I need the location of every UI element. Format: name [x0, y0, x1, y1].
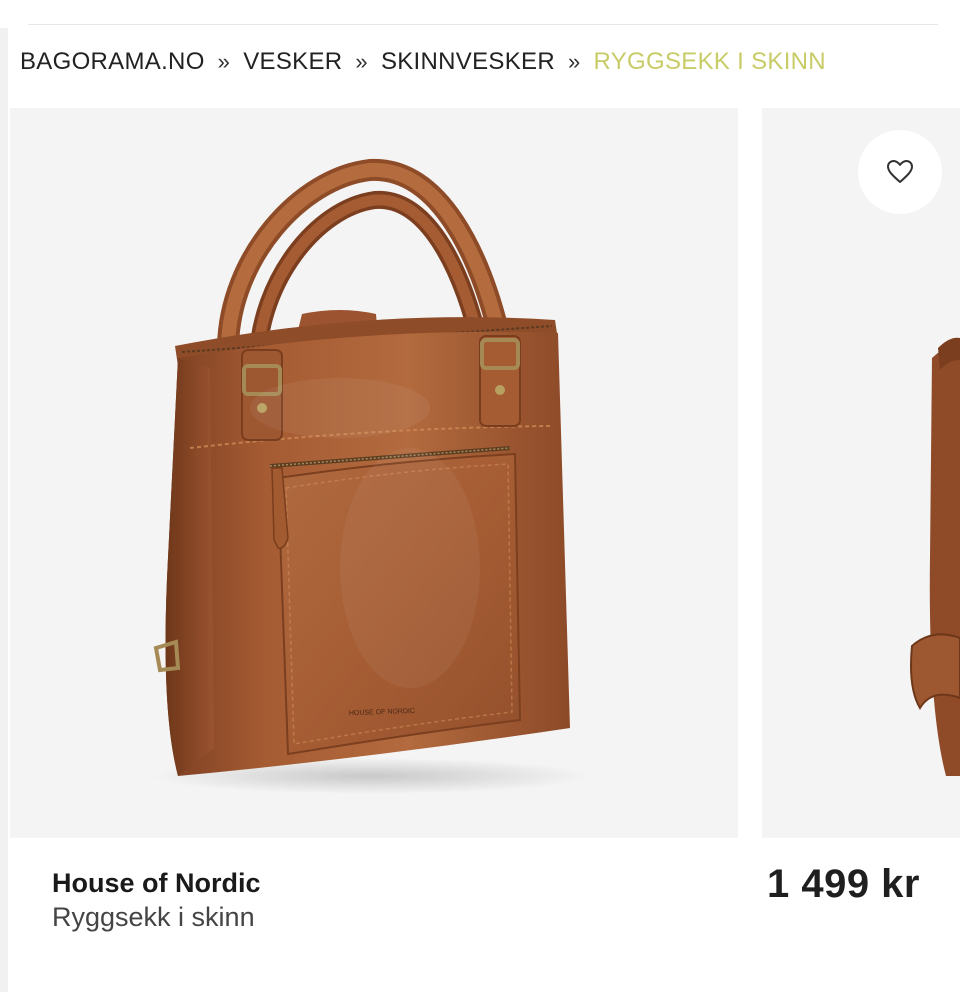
product-name[interactable]: Ryggsekk i skinn [52, 900, 261, 934]
product-image[interactable]: HOUSE OF NORDIC [10, 108, 738, 838]
breadcrumb-separator: » [567, 49, 581, 74]
product-price: 1 499 kr [766, 862, 920, 906]
product-brand[interactable]: House of Nordic [52, 866, 261, 900]
breadcrumb-current: RYGGSEKK I SKINN [593, 48, 826, 75]
product-page: BAGORAMA.NO » VESKER » SKINNVESKER » RYG… [0, 0, 960, 992]
breadcrumb: BAGORAMA.NO » VESKER » SKINNVESKER » RYG… [20, 44, 826, 80]
breadcrumb-vesker[interactable]: VESKER [243, 48, 342, 76]
heart-outline-icon [887, 160, 913, 183]
breadcrumb-separator: » [355, 49, 368, 74]
breadcrumb-skinnvesker[interactable]: SKINNVESKER [381, 48, 555, 76]
top-divider [28, 24, 938, 25]
top-edge [0, 0, 960, 24]
breadcrumb-separator: » [217, 49, 231, 74]
leather-backpack-image: HOUSE OF NORDIC [150, 158, 590, 794]
left-rail [0, 28, 8, 992]
favorite-button[interactable] [858, 130, 942, 214]
next-backpack-image [910, 337, 960, 776]
breadcrumb-home[interactable]: BAGORAMA.NO [20, 48, 205, 76]
next-product-image[interactable] [762, 108, 960, 838]
product-info: House of Nordic Ryggsekk i skinn [52, 866, 261, 934]
